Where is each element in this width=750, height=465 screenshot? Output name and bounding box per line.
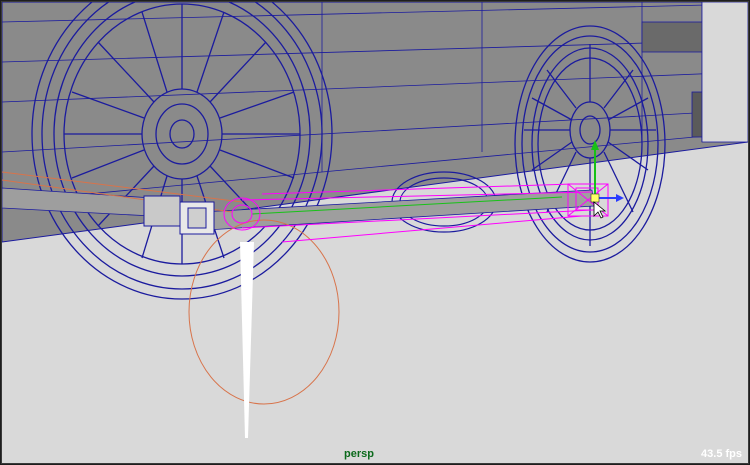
camera-name-label: persp [344,448,374,460]
scene-canvas[interactable] [2,2,748,463]
body-edge-cutout [701,2,748,143]
manip-center-handle[interactable] [590,193,600,203]
perspective-viewport[interactable]: persp 43.5 fps [1,1,749,464]
fps-readout: 43.5 fps [701,448,742,460]
